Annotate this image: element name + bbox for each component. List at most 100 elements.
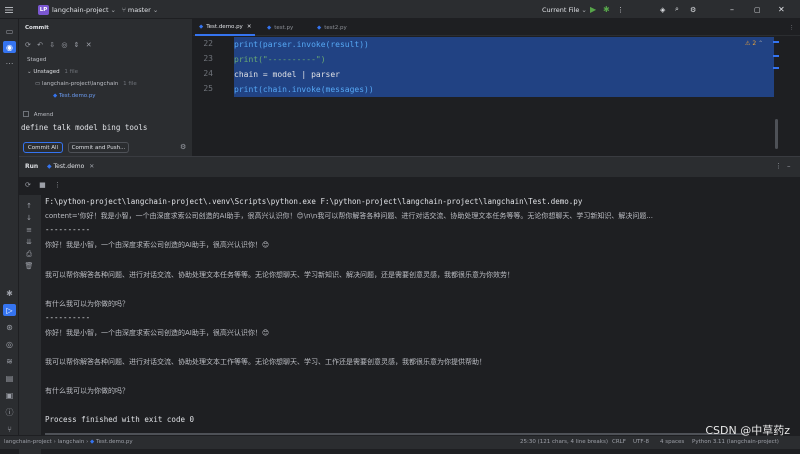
commit-push-button[interactable]: Commit and Push... bbox=[68, 142, 129, 153]
chevron-down-icon: ⌄ bbox=[152, 5, 159, 14]
rollback-icon[interactable]: ↶ bbox=[37, 41, 43, 49]
delete-icon[interactable]: 🗑 bbox=[23, 261, 35, 271]
scroll-marker bbox=[773, 55, 779, 57]
indent-setting[interactable]: 4 spaces bbox=[660, 439, 684, 445]
close-icon[interactable]: ✕ bbox=[247, 24, 252, 30]
tab-test[interactable]: ◆ test.py bbox=[263, 19, 297, 36]
print-icon[interactable]: ⎙ bbox=[23, 249, 35, 259]
collapse-icon[interactable]: ✕ bbox=[86, 41, 92, 49]
close-icon[interactable]: ✕ bbox=[89, 163, 94, 170]
structure-icon[interactable]: ⋯ bbox=[3, 57, 16, 69]
layers-icon[interactable]: ≋ bbox=[3, 355, 16, 367]
close-icon[interactable]: ✕ bbox=[778, 4, 785, 15]
console-line: ---------- bbox=[45, 225, 91, 234]
line-number: 23 bbox=[203, 54, 213, 63]
file-encoding[interactable]: UTF-8 bbox=[633, 439, 649, 445]
problems-icon[interactable]: ⓘ bbox=[3, 406, 16, 418]
python-packages-icon[interactable]: ⊛ bbox=[3, 321, 16, 333]
editor-scrollbar[interactable] bbox=[775, 119, 778, 149]
python-interpreter[interactable]: Python 3.11 (langchain-project) bbox=[692, 439, 796, 445]
tab-label: Test.demo.py bbox=[206, 23, 243, 30]
console-line: 你好！我是小智，一个由深度求索公司创造的AI助手，很高兴认识你！😊 bbox=[45, 241, 270, 249]
rerun-icon[interactable]: ⟳ bbox=[25, 181, 31, 189]
show-diff-icon[interactable]: ◎ bbox=[61, 41, 67, 49]
commit-all-button[interactable]: Commit All bbox=[23, 142, 63, 153]
tab-test2[interactable]: ◆ test2.py bbox=[313, 19, 351, 36]
code-line[interactable]: print("----------") bbox=[234, 52, 326, 67]
run-config-selector[interactable]: Current File ⌄ bbox=[542, 4, 587, 15]
commit-settings-icon[interactable]: ⚙ bbox=[180, 143, 186, 151]
run-tool-icon[interactable]: ▷ bbox=[3, 304, 16, 316]
inspection-widget[interactable]: ⚠ 2 ⌃ bbox=[745, 40, 763, 47]
terminal-icon[interactable]: ▣ bbox=[3, 389, 16, 401]
line-separator[interactable]: CRLF bbox=[612, 439, 626, 445]
commit-toolbar: ⟳ ↶ ⇩ ◎ ⇕ ✕ bbox=[25, 41, 92, 49]
more-actions-icon[interactable]: ⋮ bbox=[617, 4, 624, 15]
scroll-down-icon[interactable]: ↓ bbox=[23, 213, 35, 223]
download-icon[interactable]: ⇩ bbox=[49, 41, 55, 49]
refresh-icon[interactable]: ⟳ bbox=[25, 41, 31, 49]
unstaged-group[interactable]: ⌄ Unstaged 1 file bbox=[27, 69, 78, 75]
run-tab[interactable]: ◆ Test.demo ✕ bbox=[47, 163, 94, 170]
unstaged-count: 1 file bbox=[64, 69, 79, 75]
debug-icon[interactable]: ✱ bbox=[603, 4, 610, 15]
console-line: 我可以帮你解答各种问题、进行对话交流、协助处理文本任务等等。无论你想聊天、学习新… bbox=[45, 271, 514, 279]
tab-test-demo[interactable]: ◆ Test.demo.py ✕ bbox=[195, 19, 256, 36]
stop-icon[interactable]: ■ bbox=[39, 181, 46, 189]
line-number: 25 bbox=[203, 84, 213, 93]
title-bar: LP langchain-project ⌄ ⑂ master ⌄ Curren… bbox=[0, 0, 800, 19]
amend-label: Amend bbox=[33, 111, 54, 118]
breadcrumb-item[interactable]: langchain-project bbox=[4, 439, 52, 445]
scroll-marker bbox=[773, 67, 779, 69]
breadcrumb-item[interactable]: langchain bbox=[58, 439, 85, 445]
tree-folder[interactable]: ▭ langchain-project\langchain 1 file bbox=[35, 81, 137, 87]
console-line: Process finished with exit code 0 bbox=[45, 415, 195, 424]
soft-wrap-icon[interactable]: ≡ bbox=[23, 225, 35, 235]
run-toolbar: ⟳ ■ ⋮ bbox=[25, 181, 61, 189]
scroll-up-icon[interactable]: ↑ bbox=[23, 201, 35, 211]
ai-assistant-icon[interactable]: ◈ bbox=[660, 4, 665, 15]
caret-position[interactable]: 25:30 (121 chars, 4 line breaks) bbox=[520, 439, 608, 445]
tab-label: test.py bbox=[274, 24, 294, 31]
chevron-down-icon: ⌄ bbox=[581, 5, 587, 14]
run-icon[interactable]: ▶ bbox=[590, 4, 596, 15]
code-line[interactable]: print(chain.invoke(messages)) bbox=[234, 82, 374, 97]
commit-tool-icon[interactable]: ◉ bbox=[3, 41, 16, 53]
services-icon[interactable]: ◎ bbox=[3, 338, 16, 350]
python-file-icon: ◆ bbox=[199, 23, 204, 30]
code-line[interactable]: print(parser.invoke(result)) bbox=[234, 37, 369, 52]
debug-tool-icon[interactable]: ✱ bbox=[3, 287, 16, 299]
git-icon[interactable]: ⑂ bbox=[3, 423, 16, 435]
console-line: 有什么我可以为你做的吗？ bbox=[45, 387, 129, 395]
console-line: F:\python-project\langchain-project\.ven… bbox=[45, 197, 583, 206]
inspection-count: 2 bbox=[752, 40, 757, 47]
minimize-panel-icon[interactable]: – bbox=[787, 162, 791, 170]
settings-icon[interactable]: ⚙ bbox=[690, 4, 696, 15]
more-options-icon[interactable]: ⋮ bbox=[775, 162, 782, 170]
branch-selector[interactable]: ⑂ master ⌄ bbox=[122, 4, 158, 15]
run-panel: Run ◆ Test.demo ✕ ⋮ – ⟳ ■ ⋮ ↑ ↓ ≡ ⇊ ⎙ 🗑 … bbox=[19, 156, 800, 454]
checkbox-icon bbox=[23, 111, 29, 117]
breadcrumb-item[interactable]: Test.demo.py bbox=[96, 439, 133, 445]
search-icon[interactable]: ⌕ bbox=[675, 4, 679, 15]
more-icon[interactable]: ⋮ bbox=[54, 181, 61, 189]
main-menu-icon[interactable] bbox=[5, 4, 13, 15]
folder-icon[interactable]: ▭ bbox=[3, 25, 16, 37]
commit-message-input[interactable]: define talk model bing tools bbox=[21, 123, 147, 132]
tab-label: test2.py bbox=[324, 24, 347, 31]
project-selector[interactable]: LP langchain-project ⌄ bbox=[38, 4, 116, 15]
amend-checkbox[interactable]: Amend bbox=[23, 111, 53, 118]
scroll-to-end-icon[interactable]: ⇊ bbox=[23, 237, 35, 247]
minimize-icon[interactable]: – bbox=[730, 4, 734, 15]
tabs-menu-icon[interactable]: ⋮ bbox=[785, 19, 799, 36]
python-console-icon[interactable]: ▤ bbox=[3, 372, 16, 384]
console-line: 我可以帮你解答各种问题、进行对话交流、协助处理文本工作等等。无论你想聊天、学习、… bbox=[45, 358, 486, 366]
staged-label: Staged bbox=[27, 57, 47, 63]
code-line[interactable]: chain = model | parser bbox=[234, 67, 340, 82]
python-file-icon: ◆ bbox=[267, 24, 272, 31]
run-header: Run ◆ Test.demo ✕ ⋮ – bbox=[19, 157, 800, 177]
tree-file[interactable]: ◆ Test.demo.py bbox=[53, 93, 96, 99]
staged-group[interactable]: Staged bbox=[27, 57, 46, 63]
expand-icon[interactable]: ⇕ bbox=[74, 41, 80, 49]
maximize-icon[interactable]: ▢ bbox=[754, 4, 761, 15]
